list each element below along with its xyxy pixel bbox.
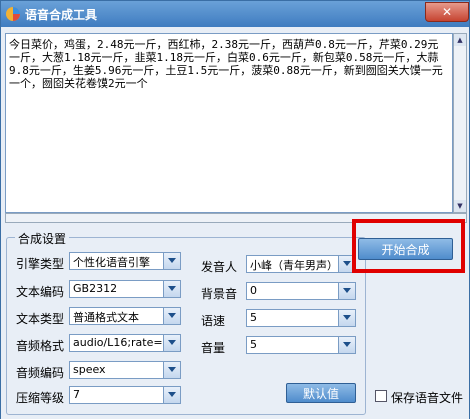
audio-codec-label: 音频编码 bbox=[16, 366, 65, 380]
scroll-up-icon[interactable]: ▲ bbox=[454, 34, 466, 46]
audio-codec-select[interactable]: speex bbox=[69, 361, 181, 379]
speed-value: 5 bbox=[250, 311, 257, 324]
chevron-down-icon[interactable] bbox=[163, 387, 180, 403]
default-button[interactable]: 默认值 bbox=[286, 383, 356, 403]
encoding-select[interactable]: GB2312 bbox=[69, 280, 181, 298]
window-title: 语音合成工具 bbox=[25, 8, 98, 22]
bg-sound-value: 0 bbox=[250, 284, 257, 297]
compress-label: 压缩等级 bbox=[16, 391, 65, 405]
chevron-down-icon[interactable] bbox=[163, 253, 180, 269]
text-type-label: 文本类型 bbox=[16, 312, 65, 326]
title-bar: 语音合成工具 ✕ bbox=[1, 1, 469, 27]
volume-label: 音量 bbox=[201, 341, 226, 355]
chevron-down-icon[interactable] bbox=[163, 335, 180, 351]
speed-label: 语速 bbox=[201, 314, 226, 328]
bg-sound-select[interactable]: 0 bbox=[246, 282, 356, 300]
settings-group-title: 合成设置 bbox=[15, 230, 70, 247]
encoding-label: 文本编码 bbox=[16, 285, 65, 299]
audio-format-value: audio/L16;rate= bbox=[73, 336, 163, 349]
bg-sound-label: 背景音 bbox=[201, 287, 238, 301]
volume-value: 5 bbox=[250, 338, 257, 351]
engine-value: 个性化语音引擎 bbox=[73, 256, 150, 269]
chevron-down-icon[interactable] bbox=[163, 362, 180, 378]
app-window: 语音合成工具 ✕ 今日菜价，鸡蛋，2.48元一斤，西红柿，2.38元一斤，西葫芦… bbox=[0, 0, 470, 419]
save-audio-label: 保存语音文件 bbox=[391, 391, 464, 405]
compress-select[interactable]: 7 bbox=[69, 386, 181, 404]
audio-format-label: 音频格式 bbox=[16, 339, 65, 353]
encoding-value: GB2312 bbox=[73, 282, 118, 295]
engine-select[interactable]: 个性化语音引擎 bbox=[69, 252, 181, 270]
engine-label: 引擎类型 bbox=[16, 257, 65, 271]
compress-value: 7 bbox=[73, 388, 80, 401]
text-type-select[interactable]: 普通格式文本 bbox=[69, 307, 181, 325]
chevron-down-icon[interactable] bbox=[163, 308, 180, 324]
chevron-down-icon[interactable] bbox=[338, 283, 355, 299]
highlight-box bbox=[352, 219, 465, 273]
chevron-down-icon[interactable] bbox=[163, 281, 180, 297]
speaker-value: 小峰（青年男声） bbox=[250, 259, 338, 272]
speaker-label: 发音人 bbox=[201, 260, 238, 274]
volume-select[interactable]: 5 bbox=[246, 336, 356, 354]
audio-codec-value: speex bbox=[73, 363, 106, 376]
app-logo-icon bbox=[6, 7, 20, 21]
speed-select[interactable]: 5 bbox=[246, 309, 356, 327]
chevron-down-icon[interactable] bbox=[338, 310, 355, 326]
save-audio-checkbox[interactable] bbox=[375, 390, 387, 402]
scroll-down-icon[interactable]: ▼ bbox=[454, 200, 466, 212]
text-input-area[interactable]: 今日菜价，鸡蛋，2.48元一斤，西红柿，2.38元一斤，西葫芦0.8元一斤，芹菜… bbox=[5, 33, 453, 213]
text-type-value: 普通格式文本 bbox=[73, 311, 139, 324]
speaker-select[interactable]: 小峰（青年男声） bbox=[246, 255, 356, 273]
chevron-down-icon[interactable] bbox=[338, 337, 355, 353]
audio-format-select[interactable]: audio/L16;rate= bbox=[69, 334, 181, 352]
vertical-scrollbar[interactable]: ▲ ▼ bbox=[453, 33, 467, 213]
close-button[interactable]: ✕ bbox=[425, 2, 469, 22]
